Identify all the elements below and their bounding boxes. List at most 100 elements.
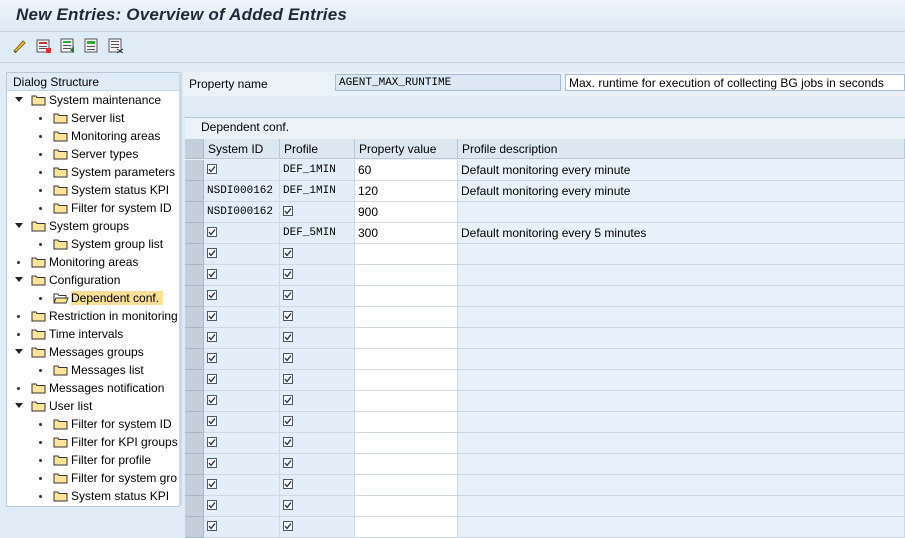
cell-profile[interactable] — [280, 349, 355, 370]
tree-node[interactable]: Server list — [7, 110, 179, 128]
row-selector[interactable] — [185, 496, 204, 517]
cell-system[interactable] — [204, 391, 280, 412]
cell-desc[interactable] — [458, 370, 905, 391]
cell-value[interactable] — [355, 496, 458, 517]
pane-splitter[interactable] — [179, 72, 182, 505]
cell-system[interactable] — [204, 370, 280, 391]
tree-node[interactable]: Restriction in monitoring — [7, 308, 179, 326]
cell-system[interactable]: NSDI000162 — [204, 181, 280, 202]
cell-value[interactable]: 60 — [355, 160, 458, 181]
expand-arrow-icon[interactable] — [15, 349, 23, 354]
row-selector[interactable] — [185, 244, 204, 265]
cell-value[interactable] — [355, 265, 458, 286]
cell-value[interactable] — [355, 412, 458, 433]
select-all-icon[interactable] — [60, 38, 76, 54]
row-selector[interactable] — [185, 202, 204, 223]
cell-profile[interactable] — [280, 454, 355, 475]
cell-system[interactable] — [204, 454, 280, 475]
cell-value[interactable]: 300 — [355, 223, 458, 244]
tree-node[interactable]: System group list — [7, 236, 179, 254]
cell-desc[interactable] — [458, 328, 905, 349]
cell-profile[interactable] — [280, 307, 355, 328]
tree-node[interactable]: Messages list — [7, 362, 179, 380]
cell-profile[interactable] — [280, 286, 355, 307]
cell-profile[interactable] — [280, 433, 355, 454]
select-all-cell[interactable] — [185, 139, 204, 159]
tree-node[interactable]: Filter for system ID — [7, 416, 179, 434]
tree-node[interactable]: Configuration — [7, 272, 179, 290]
row-selector[interactable] — [185, 223, 204, 244]
expand-arrow-icon[interactable] — [15, 223, 23, 228]
cell-system[interactable] — [204, 265, 280, 286]
cell-value[interactable] — [355, 328, 458, 349]
cell-system[interactable] — [204, 223, 280, 244]
column-header-system-id[interactable]: System ID — [204, 139, 280, 159]
row-selector[interactable] — [185, 286, 204, 307]
tree-node[interactable]: System parameters — [7, 164, 179, 182]
cell-profile[interactable] — [280, 202, 355, 223]
save-icon[interactable] — [36, 38, 52, 54]
cell-value[interactable] — [355, 433, 458, 454]
cell-value[interactable]: 900 — [355, 202, 458, 223]
cell-desc[interactable]: Default monitoring every minute — [458, 160, 905, 181]
cell-value[interactable] — [355, 475, 458, 496]
cell-value[interactable] — [355, 244, 458, 265]
cell-system[interactable] — [204, 475, 280, 496]
tree-node[interactable]: Filter for KPI groups — [7, 434, 179, 452]
tree-node[interactable]: Messages notification — [7, 380, 179, 398]
cell-desc[interactable] — [458, 244, 905, 265]
row-selector[interactable] — [185, 265, 204, 286]
cell-profile[interactable] — [280, 265, 355, 286]
select-block-icon[interactable] — [84, 38, 100, 54]
row-selector[interactable] — [185, 475, 204, 496]
cell-system[interactable] — [204, 517, 280, 538]
row-selector[interactable] — [185, 391, 204, 412]
column-header-profile-description[interactable]: Profile description — [458, 139, 905, 159]
row-selector[interactable] — [185, 517, 204, 538]
tree-node[interactable]: System groups — [7, 218, 179, 236]
tree-node[interactable]: Time intervals — [7, 326, 179, 344]
cell-desc[interactable] — [458, 412, 905, 433]
cell-profile[interactable] — [280, 475, 355, 496]
tree-node[interactable]: System status KPI — [7, 488, 179, 506]
cell-profile[interactable] — [280, 496, 355, 517]
cell-desc[interactable] — [458, 433, 905, 454]
column-header-profile[interactable]: Profile — [280, 139, 355, 159]
tree-node[interactable]: User list — [7, 398, 179, 416]
cell-system[interactable] — [204, 160, 280, 181]
cell-system[interactable] — [204, 412, 280, 433]
cell-system[interactable] — [204, 244, 280, 265]
cell-system[interactable] — [204, 286, 280, 307]
cell-desc[interactable]: Default monitoring every 5 minutes — [458, 223, 905, 244]
cell-profile[interactable] — [280, 517, 355, 538]
cell-value[interactable] — [355, 286, 458, 307]
row-selector[interactable] — [185, 181, 204, 202]
row-selector[interactable] — [185, 454, 204, 475]
cell-desc[interactable] — [458, 202, 905, 223]
row-selector[interactable] — [185, 160, 204, 181]
tree-node[interactable]: Messages groups — [7, 344, 179, 362]
cell-profile[interactable]: DEF_1MIN — [280, 160, 355, 181]
cell-system[interactable] — [204, 433, 280, 454]
tree-node[interactable]: System status KPI — [7, 182, 179, 200]
row-selector[interactable] — [185, 328, 204, 349]
cell-value[interactable] — [355, 370, 458, 391]
tree-node[interactable]: System maintenance — [7, 92, 179, 110]
tree-node[interactable]: Monitoring areas — [7, 254, 179, 272]
tree-node[interactable]: Dependent conf. — [7, 290, 179, 308]
row-selector[interactable] — [185, 370, 204, 391]
cell-profile[interactable] — [280, 328, 355, 349]
cell-value[interactable]: 120 — [355, 181, 458, 202]
cell-value[interactable] — [355, 454, 458, 475]
cell-desc[interactable] — [458, 496, 905, 517]
cell-profile[interactable] — [280, 370, 355, 391]
change-display-icon[interactable] — [12, 38, 28, 54]
tree-node[interactable]: Filter for profile — [7, 452, 179, 470]
tree-node[interactable]: Filter for system ID — [7, 200, 179, 218]
cell-desc[interactable] — [458, 391, 905, 412]
cell-system[interactable] — [204, 328, 280, 349]
row-selector[interactable] — [185, 433, 204, 454]
expand-arrow-icon[interactable] — [15, 97, 23, 102]
cell-desc[interactable] — [458, 454, 905, 475]
cell-desc[interactable] — [458, 517, 905, 538]
